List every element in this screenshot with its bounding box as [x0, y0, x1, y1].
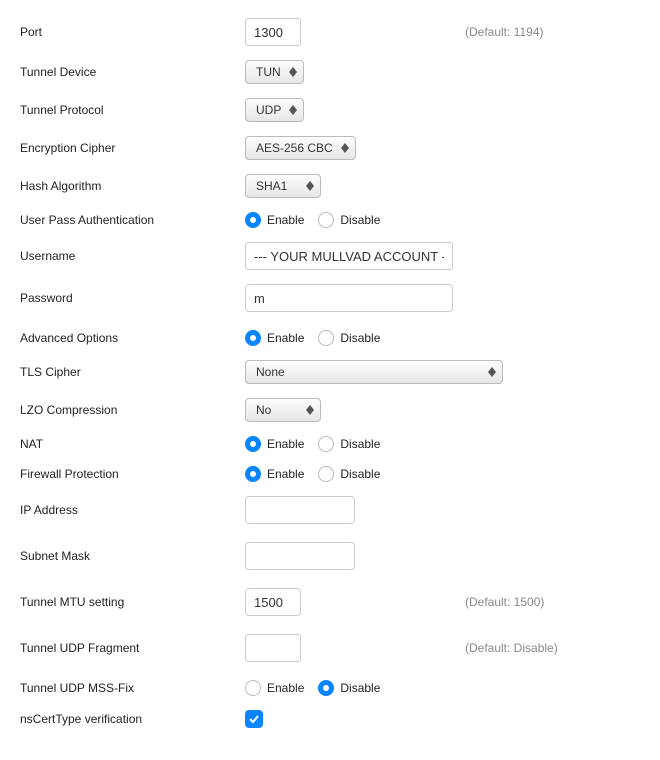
tunnel-udp-mssfix-enable-radio[interactable]: Enable [245, 680, 304, 696]
subnet-mask-input[interactable] [245, 542, 355, 570]
tls-cipher-value: None [256, 365, 285, 379]
firewall-protection-disable-radio[interactable]: Disable [318, 466, 380, 482]
user-pass-auth-label: User Pass Authentication [20, 213, 245, 227]
nscerttype-label: nsCertType verification [20, 712, 245, 726]
chevron-updown-icon [289, 105, 297, 115]
chevron-updown-icon [289, 67, 297, 77]
tunnel-device-label: Tunnel Device [20, 65, 245, 79]
user-pass-auth-enable-radio[interactable]: Enable [245, 212, 304, 228]
username-input[interactable] [245, 242, 453, 270]
password-input[interactable] [245, 284, 453, 312]
nscerttype-checkbox[interactable] [245, 710, 263, 728]
firewall-protection-label: Firewall Protection [20, 467, 245, 481]
tunnel-protocol-select[interactable]: UDP [245, 98, 304, 122]
advanced-options-enable-radio[interactable]: Enable [245, 330, 304, 346]
tunnel-udp-mssfix-label: Tunnel UDP MSS-Fix [20, 681, 245, 695]
tunnel-udp-fragment-input[interactable] [245, 634, 301, 662]
tls-cipher-select[interactable]: None [245, 360, 503, 384]
tls-cipher-label: TLS Cipher [20, 365, 245, 379]
port-label: Port [20, 25, 245, 39]
username-label: Username [20, 249, 245, 263]
tunnel-mtu-label: Tunnel MTU setting [20, 595, 245, 609]
chevron-updown-icon [488, 367, 496, 377]
chevron-updown-icon [306, 181, 314, 191]
hash-algorithm-label: Hash Algorithm [20, 179, 245, 193]
tunnel-udp-fragment-hint: (Default: Disable) [455, 641, 640, 655]
lzo-compression-label: LZO Compression [20, 403, 245, 417]
chevron-updown-icon [306, 405, 314, 415]
advanced-options-disable-radio[interactable]: Disable [318, 330, 380, 346]
tunnel-udp-mssfix-disable-radio[interactable]: Disable [318, 680, 380, 696]
port-hint: (Default: 1194) [455, 25, 640, 39]
subnet-mask-label: Subnet Mask [20, 549, 245, 563]
port-input[interactable] [245, 18, 301, 46]
encryption-cipher-select[interactable]: AES-256 CBC [245, 136, 356, 160]
ip-address-label: IP Address [20, 503, 245, 517]
password-label: Password [20, 291, 245, 305]
lzo-compression-select[interactable]: No [245, 398, 321, 422]
tunnel-device-value: TUN [256, 65, 281, 79]
nat-label: NAT [20, 437, 245, 451]
hash-algorithm-select[interactable]: SHA1 [245, 174, 321, 198]
tunnel-protocol-label: Tunnel Protocol [20, 103, 245, 117]
tunnel-mtu-hint: (Default: 1500) [455, 595, 640, 609]
tunnel-udp-fragment-label: Tunnel UDP Fragment [20, 641, 245, 655]
chevron-updown-icon [341, 143, 349, 153]
nat-enable-radio[interactable]: Enable [245, 436, 304, 452]
lzo-compression-value: No [256, 403, 271, 417]
tunnel-protocol-value: UDP [256, 103, 281, 117]
ip-address-input[interactable] [245, 496, 355, 524]
hash-algorithm-value: SHA1 [256, 179, 287, 193]
firewall-protection-enable-radio[interactable]: Enable [245, 466, 304, 482]
user-pass-auth-disable-radio[interactable]: Disable [318, 212, 380, 228]
tunnel-mtu-input[interactable] [245, 588, 301, 616]
tunnel-device-select[interactable]: TUN [245, 60, 304, 84]
encryption-cipher-label: Encryption Cipher [20, 141, 245, 155]
encryption-cipher-value: AES-256 CBC [256, 141, 333, 155]
nat-disable-radio[interactable]: Disable [318, 436, 380, 452]
check-icon [248, 713, 260, 725]
advanced-options-label: Advanced Options [20, 331, 245, 345]
